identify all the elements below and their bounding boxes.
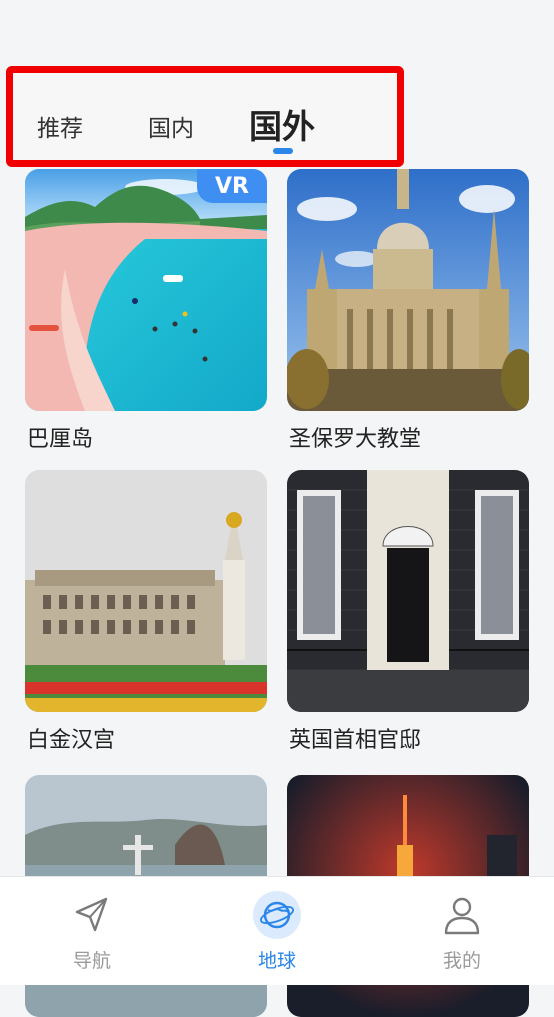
globe-icon: [253, 891, 301, 939]
buckingham-photo: [25, 470, 267, 712]
nav-tab-profile[interactable]: 我的: [402, 877, 522, 985]
nav-tab-globe[interactable]: 地球: [217, 877, 337, 985]
active-tab-indicator: [273, 148, 293, 154]
nav-label: 导航: [72, 950, 111, 972]
destination-card-downing-street[interactable]: 英国首相官邸: [287, 470, 529, 753]
downing-street-photo: [287, 470, 529, 712]
card-title: 白金汉宫: [27, 728, 116, 753]
navigation-arrow-icon: [68, 891, 116, 939]
nav-tab-navigation[interactable]: 导航: [32, 877, 152, 985]
destination-card-st-pauls[interactable]: 圣保罗大教堂: [287, 169, 529, 452]
st-pauls-photo: [287, 169, 529, 411]
nav-label: 地球: [257, 950, 296, 972]
tab-overseas[interactable]: 国外: [249, 100, 315, 148]
card-title: 巴厘岛: [27, 427, 94, 452]
vr-badge: VR: [197, 169, 267, 203]
user-profile-icon: [438, 891, 486, 939]
tab-recommended[interactable]: 推荐: [37, 109, 83, 143]
nav-label: 我的: [442, 950, 481, 972]
destination-card-buckingham[interactable]: 白金汉宫: [25, 470, 267, 753]
card-title: 圣保罗大教堂: [289, 427, 422, 452]
category-tabs: 推荐 国内 国外: [6, 66, 404, 167]
card-title: 英国首相官邸: [289, 728, 422, 753]
bali-photo: VR: [25, 169, 267, 411]
bottom-navigation: 导航 地球 我的: [0, 876, 554, 985]
destination-card-bali[interactable]: VR 巴厘岛: [25, 169, 267, 452]
tab-domestic[interactable]: 国内: [148, 109, 194, 143]
